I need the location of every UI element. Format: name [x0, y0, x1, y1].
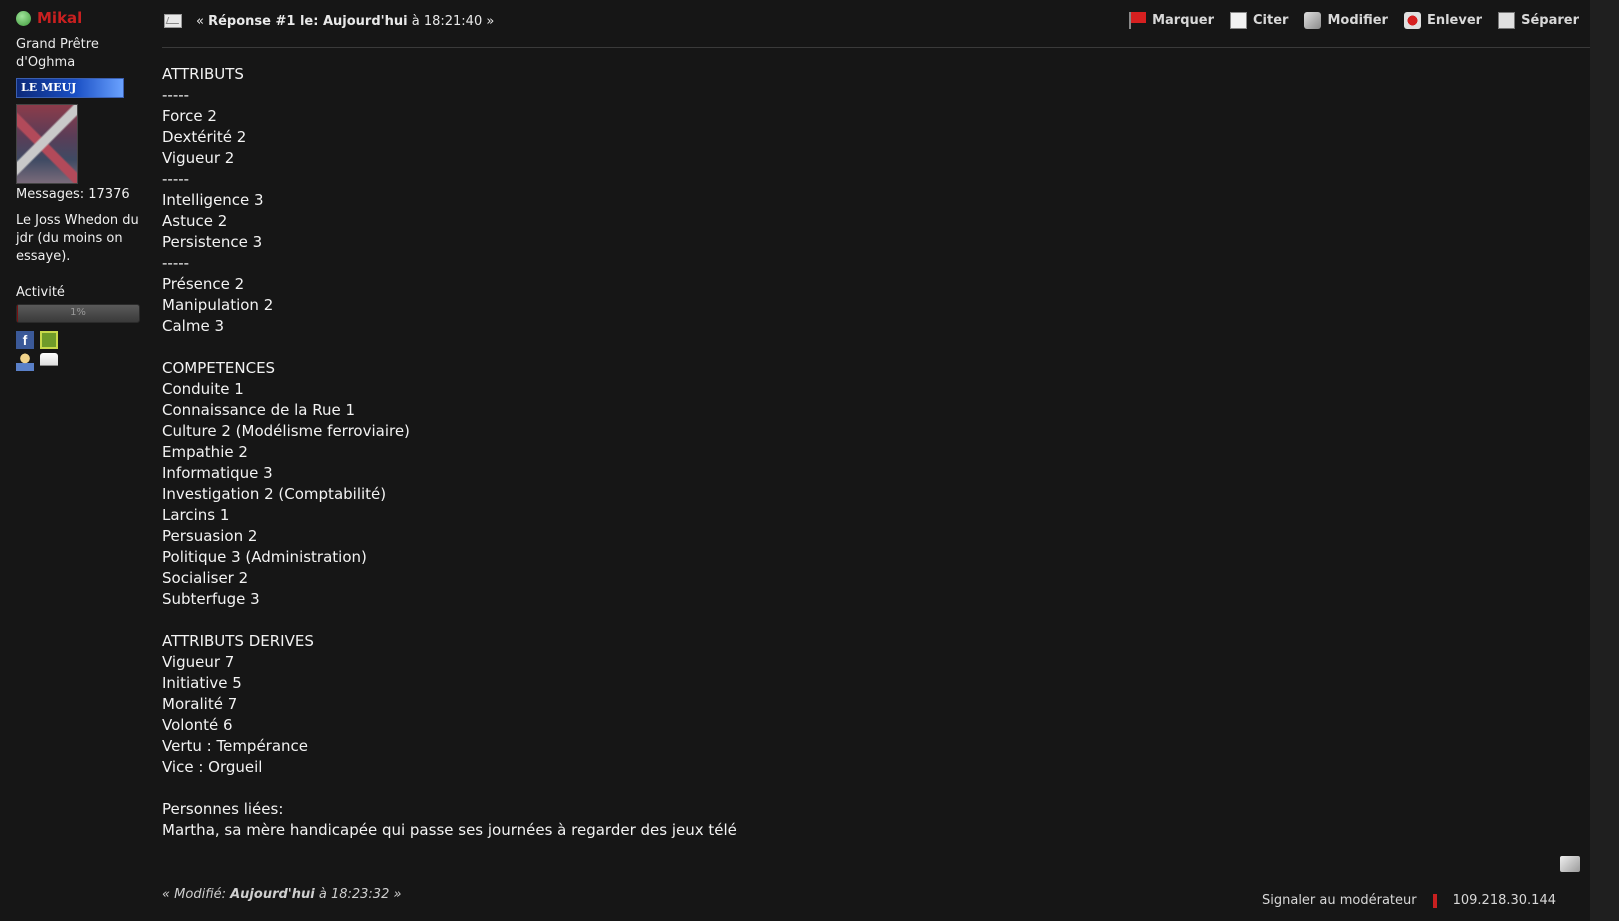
post-body-line: Culture 2 (Modélisme ferroviaire): [162, 422, 410, 440]
scroll-edge: [1590, 0, 1619, 921]
post-body-line: -----: [162, 86, 190, 104]
poster-info: Mikal Grand Prêtre d'Oghma LE MEUJ Messa…: [16, 8, 146, 371]
post-body-line: Vigueur 2: [162, 149, 235, 167]
mark-label: Marquer: [1152, 13, 1215, 28]
post-body-line: Initiative 5: [162, 674, 242, 692]
post-actions: Marquer Citer Modifier Enlever Séparer: [1129, 12, 1579, 29]
post-body-line: Vice : Orgueil: [162, 758, 263, 776]
post-body-line: Intelligence 3: [162, 191, 264, 209]
post-body-line: ATTRIBUTS DERIVES: [162, 632, 314, 650]
post-body-line: Investigation 2 (Comptabilité): [162, 485, 387, 503]
post-body-line: Astuce 2: [162, 212, 228, 230]
split-icon: [1498, 12, 1516, 29]
mark-button[interactable]: Marquer: [1129, 12, 1214, 29]
quote-button[interactable]: Citer: [1230, 12, 1288, 29]
flag-icon: [1129, 12, 1147, 29]
post-body-line: Force 2: [162, 107, 217, 125]
reply-link[interactable]: Réponse #1: [208, 14, 295, 29]
post-body-line: Moralité 7: [162, 695, 238, 713]
edit-button[interactable]: Modifier: [1304, 12, 1388, 29]
post-container: Mikal Grand Prêtre d'Oghma LE MEUJ Messa…: [0, 0, 1590, 921]
poster-name-link[interactable]: Mikal: [37, 9, 82, 27]
post-body-line: Conduite 1: [162, 380, 244, 398]
website-icon[interactable]: [40, 331, 58, 349]
quote-label: Citer: [1253, 13, 1289, 28]
remove-label: Enlever: [1426, 13, 1483, 28]
post-body-line: Socialiser 2: [162, 569, 249, 587]
post-body-line: Larcins 1: [162, 506, 230, 524]
edit-icon: [1304, 12, 1322, 29]
post-time: à 18:21:40 »: [407, 14, 495, 29]
profile-icons: [16, 353, 146, 371]
post-body-line: Manipulation 2: [162, 296, 274, 314]
quote-icon: [1230, 12, 1248, 29]
post-body-line: Martha, sa mère handicapée qui passe ses…: [162, 821, 737, 839]
post-body-line: Subterfuge 3: [162, 590, 260, 608]
post-body-line: Volonté 6: [162, 716, 233, 734]
post-body-line: ATTRIBUTS: [162, 65, 244, 83]
split-label: Séparer: [1521, 13, 1579, 28]
subject-prefix: «: [196, 14, 209, 29]
poster-header: Mikal: [16, 8, 146, 28]
avatar: [16, 104, 78, 184]
ip-group: 109.218.30.144: [1432, 893, 1556, 908]
activity-value: 1%: [70, 307, 86, 318]
post-body-line: Politique 3 (Administration): [162, 548, 367, 566]
post-body-line: Calme 3: [162, 317, 224, 335]
online-status-icon: [16, 10, 31, 26]
quick-edit-icon[interactable]: [1560, 856, 1580, 872]
post-body-line: COMPETENCES: [162, 359, 276, 377]
post-body-line: Personnes liées:: [162, 800, 284, 818]
post-subject: « Réponse #1 le: Aujourd'hui à 18:21:40 …: [196, 14, 494, 29]
post-body-line: [162, 337, 737, 358]
activity-bar: 1%: [16, 304, 140, 323]
activity-label: Activité: [16, 285, 65, 300]
poster-personal-text: Le Joss Whedon du jdr (du moins on essay…: [16, 213, 139, 264]
poster-rank: Grand Prêtre d'Oghma: [16, 37, 99, 70]
message-icon: [164, 14, 182, 28]
post-body-line: -----: [162, 170, 190, 188]
report-link[interactable]: Signaler au modérateur: [1262, 893, 1417, 908]
delete-icon: [1403, 12, 1421, 29]
post-body-line: Vigueur 7: [162, 653, 235, 671]
post-body-line: Informatique 3: [162, 464, 273, 482]
activity-bar-fill: [17, 305, 19, 322]
post-date: Aujourd'hui: [322, 14, 408, 29]
subject-le: le:: [295, 14, 323, 29]
ip-address[interactable]: 109.218.30.144: [1453, 893, 1556, 908]
view-profile-icon[interactable]: [16, 353, 34, 371]
message-count: Messages: 17376: [16, 187, 130, 202]
rank-badge: LE MEUJ: [16, 78, 124, 98]
post-body-line: Persuasion 2: [162, 527, 258, 545]
post-body-line: Vertu : Tempérance: [162, 737, 309, 755]
post-body-line: Connaissance de la Rue 1: [162, 401, 356, 419]
post-body-line: Dextérité 2: [162, 128, 247, 146]
split-button[interactable]: Séparer: [1498, 12, 1579, 29]
modified-prefix: « Modifié:: [162, 887, 231, 902]
remove-button[interactable]: Enlever: [1403, 12, 1483, 29]
post-body-line: Empathie 2: [162, 443, 248, 461]
post-header: « Réponse #1 le: Aujourd'hui à 18:21:40 …: [162, 10, 1587, 38]
facebook-icon[interactable]: f: [16, 331, 34, 349]
post-body-line: [162, 778, 737, 799]
edit-label: Modifier: [1327, 13, 1388, 28]
social-icons: f: [16, 331, 146, 349]
ip-icon: [1432, 893, 1445, 908]
post-body-line: Présence 2: [162, 275, 245, 293]
modified-date: Aujourd'hui: [230, 887, 315, 902]
post-body: ATTRIBUTS ----- Force 2 Dextérité 2 Vigueur …: [162, 64, 737, 841]
post-footer-right: Signaler au modérateur 109.218.30.144: [1262, 893, 1556, 908]
modified-note: « Modifié: Aujourd'hui à 18:23:32 »: [162, 887, 402, 902]
post-body-line: -----: [162, 254, 190, 272]
modified-time: à 18:23:32 »: [314, 887, 402, 902]
post-body-line: [162, 610, 737, 631]
post-body-line: Persistence 3: [162, 233, 263, 251]
header-divider: [162, 47, 1590, 48]
send-pm-icon[interactable]: [40, 353, 58, 371]
